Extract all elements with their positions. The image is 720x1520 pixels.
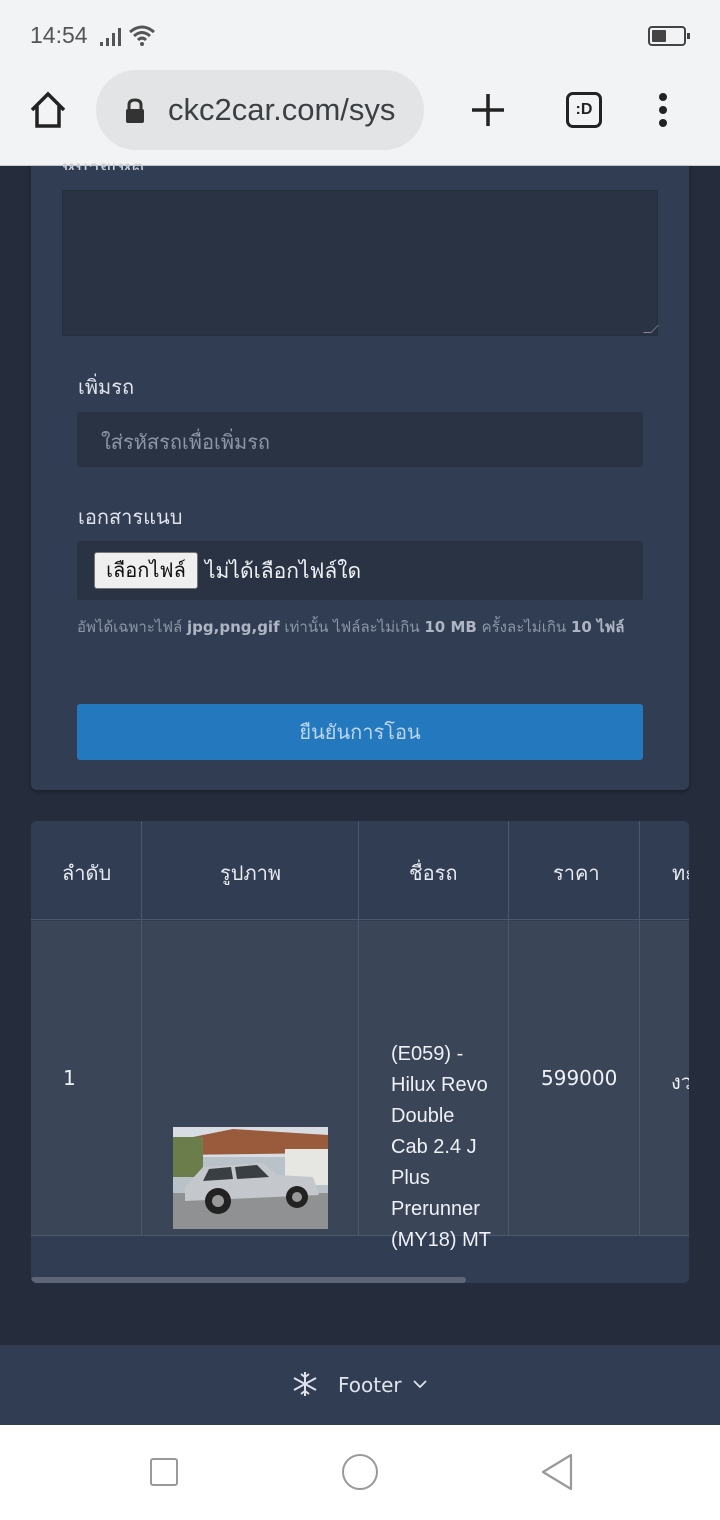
tab-switcher-button[interactable]: :D bbox=[566, 92, 602, 128]
table-header-row: ลำดับ รูปภาพ ชื่อรถ ราคา ทะ bbox=[31, 821, 689, 920]
wifi-icon bbox=[129, 25, 155, 46]
footer-bar[interactable]: Footer bbox=[0, 1345, 720, 1425]
header-price: ราคา bbox=[553, 861, 600, 885]
resize-handle[interactable] bbox=[643, 325, 659, 333]
status-bar: 14:54 bbox=[0, 0, 720, 70]
column-divider bbox=[508, 821, 509, 1236]
recents-button[interactable] bbox=[150, 1458, 178, 1486]
signal-icon bbox=[100, 28, 121, 46]
remark-textarea[interactable] bbox=[62, 190, 659, 336]
battery-icon bbox=[648, 26, 690, 46]
url-text: ckc2car.com/sys bbox=[168, 92, 396, 127]
choose-file-button[interactable]: เลือกไฟล์ bbox=[94, 552, 198, 589]
car-image bbox=[173, 1127, 328, 1229]
row-price: 599000 bbox=[541, 1066, 618, 1090]
row-index: 1 bbox=[63, 1066, 76, 1090]
address-bar[interactable]: ckc2car.com/sys bbox=[96, 70, 424, 150]
back-triangle-icon[interactable] bbox=[540, 1453, 574, 1491]
attachment-label: เอกสารแนบ bbox=[78, 505, 183, 529]
header-index: ลำดับ bbox=[62, 861, 112, 885]
header-car-name: ชื่อรถ bbox=[409, 861, 458, 885]
lock-icon bbox=[126, 98, 144, 123]
chevron-down-icon bbox=[413, 1380, 427, 1389]
add-car-label: เพิ่มรถ bbox=[78, 375, 135, 399]
car-table: ลำดับ รูปภาพ ชื่อรถ ราคา ทะ 1 (E059) - H… bbox=[31, 821, 689, 1283]
header-registration: ทะ bbox=[672, 861, 689, 885]
confirm-transfer-button[interactable]: ยืนยันการโอน bbox=[77, 704, 643, 760]
header-image: รูปภาพ bbox=[220, 861, 282, 885]
upload-hint: อัพได้เฉพาะไฟล์ jpg,png,gif เท่านั้น ไฟล… bbox=[77, 618, 625, 636]
row-registration: งว bbox=[671, 1070, 689, 1094]
column-divider bbox=[639, 821, 640, 1236]
status-time: 14:54 bbox=[30, 22, 88, 48]
car-thumbnail[interactable] bbox=[173, 1127, 328, 1229]
new-tab-icon[interactable] bbox=[470, 92, 506, 128]
snowflake-icon bbox=[293, 1372, 317, 1396]
car-code-input[interactable]: ใส่รหัสรถเพื่อเพิ่มรถ bbox=[77, 412, 643, 467]
more-menu-icon[interactable] bbox=[656, 92, 670, 128]
horizontal-scrollbar[interactable] bbox=[31, 1277, 466, 1283]
home-icon[interactable] bbox=[28, 90, 68, 130]
home-button[interactable] bbox=[342, 1454, 378, 1490]
table-row: 1 (E059) - Hilux Revo Double Cab 2.4 J P… bbox=[31, 921, 689, 1251]
column-divider bbox=[141, 821, 142, 1236]
system-nav-bar bbox=[0, 1425, 720, 1520]
remark-label: หมายเหตุ bbox=[62, 156, 145, 170]
row-car-name: (E059) - Hilux Revo Double Cab 2.4 J Plu… bbox=[391, 1043, 491, 1251]
no-file-text: ไม่ได้เลือกไฟล์ใด bbox=[205, 559, 362, 583]
footer-label: Footer bbox=[338, 1373, 402, 1397]
column-divider bbox=[358, 821, 359, 1236]
car-code-placeholder: ใส่รหัสรถเพื่อเพิ่มรถ bbox=[101, 430, 271, 454]
file-input: เลือกไฟล์ ไม่ได้เลือกไฟล์ใด bbox=[77, 541, 643, 600]
